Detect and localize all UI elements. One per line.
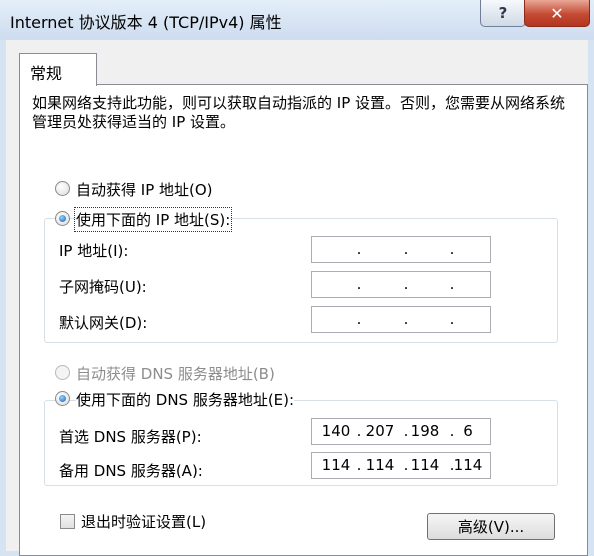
subnet-mask-label: 子网掩码(U): (59, 278, 147, 296)
advanced-button-label: 高级(V)... (457, 518, 525, 536)
radio-auto-dns-label[interactable]: 自动获得 DNS 服务器地址(B) (76, 363, 275, 384)
tab-general[interactable]: 常规 (19, 53, 97, 86)
window-title: Internet 协议版本 4 (TCP/IPv4) 属性 (10, 13, 282, 32)
subnet-mask-input[interactable]: . . . (311, 271, 491, 298)
help-icon: ? (498, 4, 508, 22)
ip-address-label: IP 地址(I): (59, 242, 129, 260)
close-icon: ✕ (550, 3, 564, 23)
radio-manual-dns[interactable] (55, 391, 70, 406)
default-gateway-label: 默认网关(D): (59, 314, 148, 332)
radio-auto-dns[interactable] (55, 365, 70, 380)
close-button[interactable]: ✕ (524, 0, 590, 27)
advanced-button[interactable]: 高级(V)... (427, 513, 555, 540)
default-gateway-input[interactable]: . . . (311, 306, 491, 333)
alternate-dns-input[interactable]: 114 . 114 . 114 . 114 (311, 452, 491, 479)
description-text: 如果网络支持此功能，则可以获取自动指派的 IP 设置。否则，您需要从网络系统管理… (32, 94, 566, 131)
tab-general-label: 常规 (30, 64, 63, 83)
radio-manual-dns-label[interactable]: 使用下面的 DNS 服务器地址(E): (76, 389, 295, 410)
preferred-dns-input[interactable]: 140 . 207 . 198 . 6 (311, 418, 491, 445)
alternate-dns-label: 备用 DNS 服务器(A): (59, 462, 203, 480)
validate-on-exit-checkbox[interactable] (60, 514, 75, 529)
radio-auto-ip-label[interactable]: 自动获得 IP 地址(O) (76, 179, 213, 200)
ip-address-input[interactable]: . . . (311, 236, 491, 263)
dialog-body: 常规 如果网络支持此功能，则可以获取自动指派的 IP 设置。否则，您需要从网络系… (6, 40, 588, 556)
title-bar[interactable]: Internet 协议版本 4 (TCP/IPv4) 属性 ? ✕ (0, 0, 594, 40)
radio-manual-ip-label[interactable]: 使用下面的 IP 地址(S): (73, 207, 233, 232)
validate-on-exit-label[interactable]: 退出时验证设置(L) (81, 511, 206, 532)
preferred-dns-label: 首选 DNS 服务器(P): (59, 428, 202, 446)
radio-auto-ip[interactable] (55, 181, 70, 196)
help-button[interactable]: ? (480, 0, 526, 27)
radio-manual-ip[interactable] (55, 211, 70, 226)
